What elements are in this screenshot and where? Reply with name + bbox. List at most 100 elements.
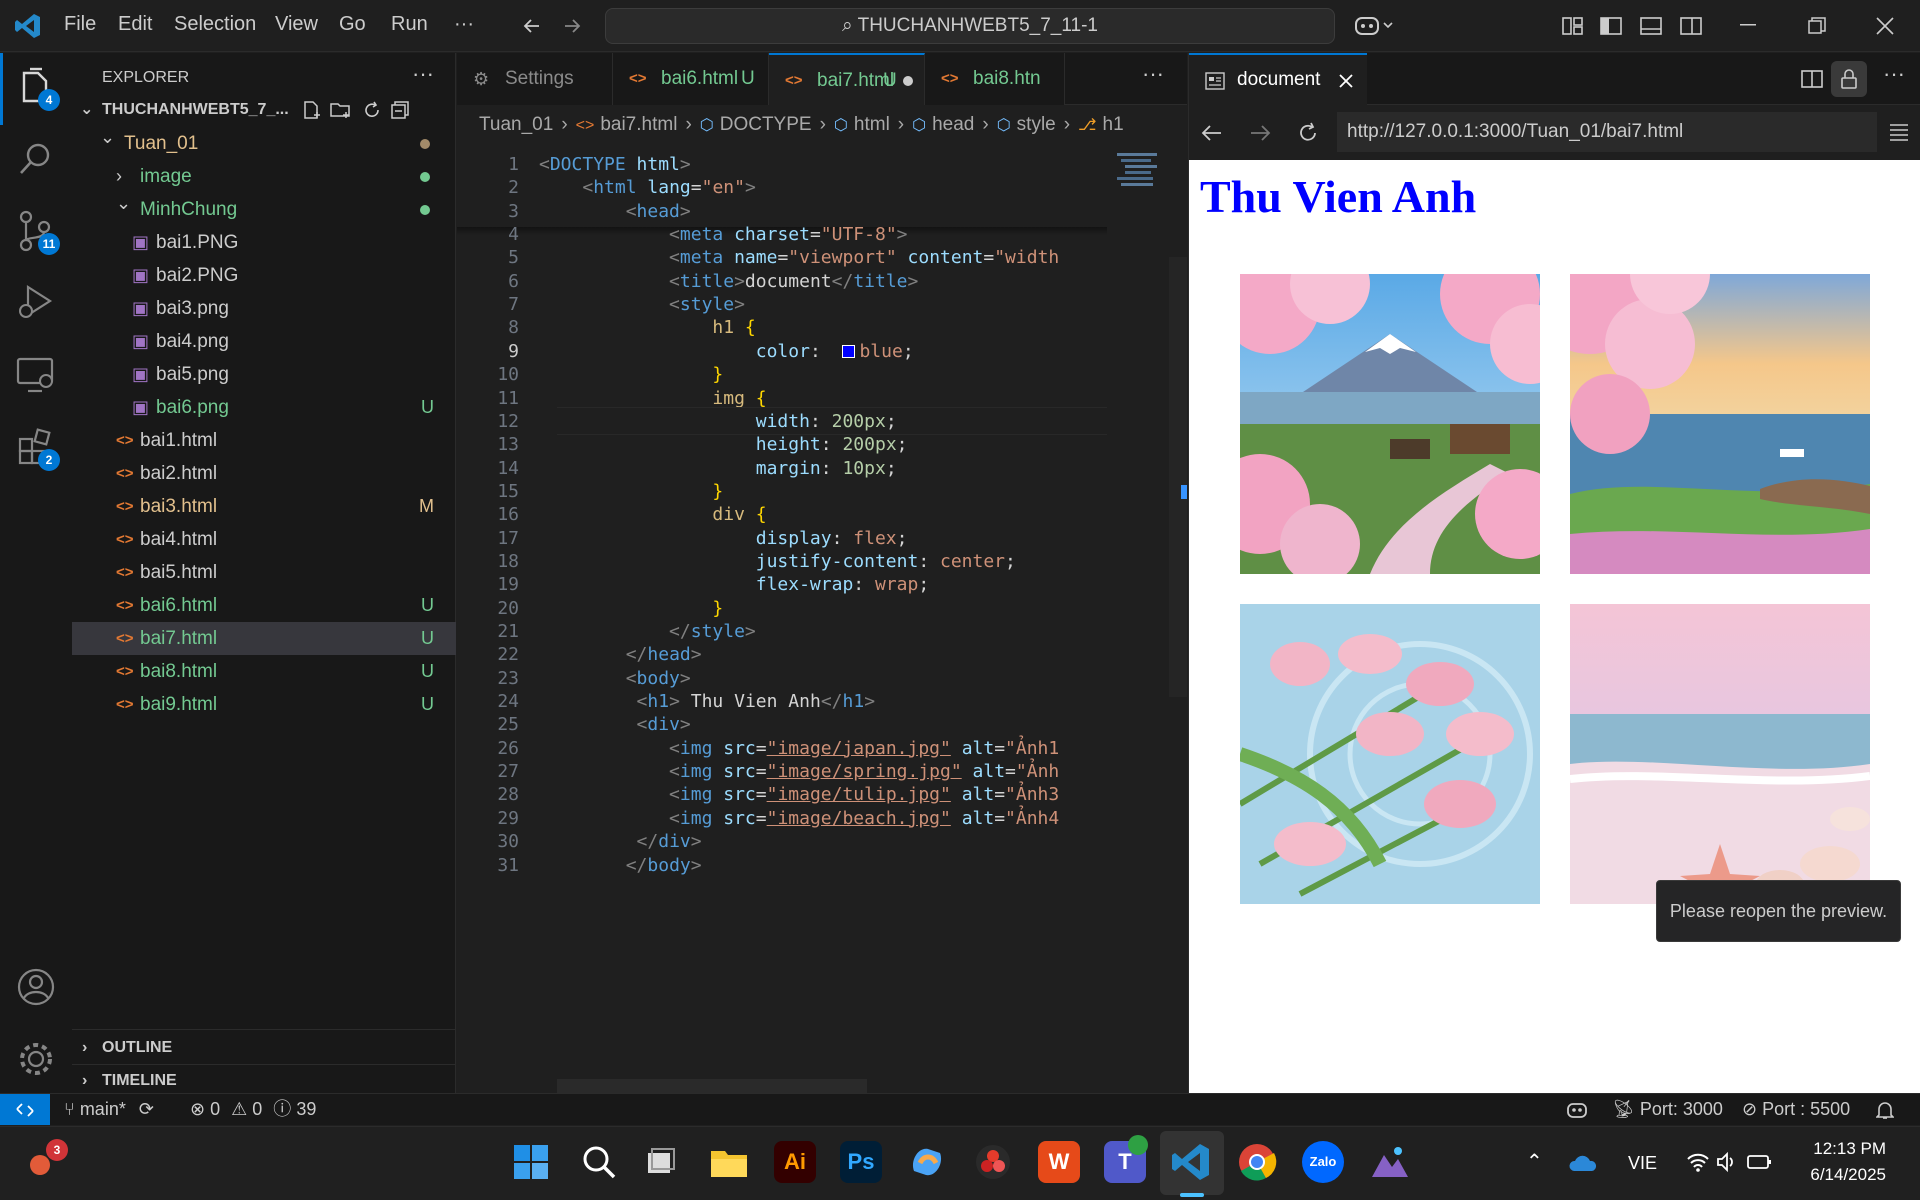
customize-layout-icon[interactable] [1562, 16, 1584, 36]
close-window-icon[interactable] [1876, 17, 1894, 35]
workspace-root-row[interactable]: ⌄ THUCHANHWEBT5_7_... [72, 93, 456, 127]
forward-arrow-icon[interactable] [562, 16, 582, 36]
run-debug-activity[interactable] [14, 281, 58, 325]
breadcrumb-item[interactable]: style [1017, 114, 1056, 135]
menu-run[interactable]: Run [391, 13, 428, 36]
remote-explorer-activity[interactable] [14, 353, 58, 397]
breadcrumb-item[interactable]: html [854, 114, 890, 135]
refresh-icon[interactable] [362, 100, 382, 120]
sync-icon[interactable]: ⟳ [139, 1099, 154, 1119]
explorer-activity[interactable]: 4 [14, 67, 60, 111]
menu-view[interactable]: View [275, 13, 318, 36]
live-server-port[interactable]: 📡︎ Port: 3000 [1612, 1094, 1723, 1125]
accounts-activity[interactable] [14, 965, 58, 1009]
tree-item[interactable]: <> bai3.html M [72, 490, 456, 523]
minimize-icon[interactable] [1740, 24, 1756, 28]
close-icon[interactable] [1339, 74, 1353, 88]
tree-item[interactable]: ▣ bai6.png U [72, 391, 456, 424]
remote-indicator[interactable] [0, 1094, 50, 1125]
minimap[interactable] [1107, 145, 1167, 225]
chevron-up-icon[interactable]: ⌃ [1526, 1149, 1543, 1174]
source-control-activity[interactable]: 11 [14, 209, 60, 255]
split-editor-icon[interactable] [1801, 69, 1823, 89]
color-swatch-icon[interactable] [842, 344, 856, 358]
breadcrumb-item[interactable]: DOCTYPE [720, 114, 812, 135]
tree-item[interactable]: <> bai8.html U [72, 655, 456, 688]
battery-icon[interactable] [1746, 1153, 1772, 1171]
task-view-icon[interactable] [640, 1141, 682, 1183]
menu-icon[interactable] [1889, 123, 1909, 141]
tree-item[interactable]: ▣ bai3.png [72, 292, 456, 325]
tree-item[interactable]: <> bai5.html [72, 556, 456, 589]
outline-section[interactable]: › OUTLINE [72, 1033, 456, 1063]
tree-item[interactable]: <> bai1.html [72, 424, 456, 457]
file-explorer-icon[interactable] [708, 1141, 750, 1183]
volume-icon[interactable] [1716, 1151, 1738, 1173]
tree-item[interactable]: <> bai6.html U [72, 589, 456, 622]
tree-item[interactable]: ⌄ Tuan_01 [72, 127, 456, 160]
tree-item[interactable]: ▣ bai2.PNG [72, 259, 456, 292]
breadcrumb-item[interactable]: bai7.html [600, 114, 677, 135]
branch-status[interactable]: ⑂ main* ⟳ [64, 1094, 154, 1125]
toggle-sidebar-icon[interactable] [1600, 16, 1622, 36]
manage-activity[interactable] [14, 1037, 58, 1081]
tab-settings[interactable]: ⚙ Settings [457, 53, 613, 105]
restore-icon[interactable] [1808, 17, 1826, 35]
breadcrumb-item[interactable]: Tuan_01 [479, 114, 553, 135]
back-arrow-icon[interactable] [522, 16, 542, 36]
forward-arrow-icon[interactable] [1249, 123, 1271, 143]
explorer-more-icon[interactable]: ··· [412, 61, 434, 87]
url-field[interactable]: http://127.0.0.1:3000/Tuan_01/bai7.html [1337, 112, 1877, 152]
vertical-scrollbar[interactable] [1169, 257, 1187, 697]
extensions-activity[interactable]: 2 [14, 425, 60, 471]
new-file-icon[interactable] [302, 100, 322, 120]
clock-date[interactable]: 6/14/2025 [1796, 1165, 1886, 1185]
photos-app-icon[interactable] [1368, 1141, 1410, 1183]
menu-go[interactable]: Go [339, 13, 366, 36]
back-arrow-icon[interactable] [1201, 123, 1223, 143]
menu-edit[interactable]: Edit [118, 13, 152, 36]
horizontal-scrollbar[interactable] [557, 1079, 867, 1093]
wifi-icon[interactable] [1686, 1151, 1710, 1173]
copilot-status-icon[interactable] [1566, 1100, 1588, 1120]
windows-start-icon[interactable] [510, 1141, 552, 1183]
menu-selection[interactable]: Selection [174, 13, 256, 36]
wps-office-icon[interactable]: W [1038, 1141, 1080, 1183]
search-activity[interactable] [14, 137, 58, 181]
menu-file[interactable]: File [64, 13, 96, 36]
photoshop-icon[interactable]: Ps [840, 1141, 882, 1183]
toggle-secondary-sidebar-icon[interactable] [1680, 16, 1702, 36]
tab-bai6-html[interactable]: <> bai6.html U [613, 53, 769, 105]
onedrive-icon[interactable] [1568, 1153, 1598, 1173]
clock-time[interactable]: 12:13 PM [1806, 1139, 1886, 1159]
notification-app[interactable]: 3 [28, 1139, 68, 1177]
code-area[interactable]: 1 <DOCTYPE html> 2 <html lang="en"> 3 <head… [457, 151, 1107, 1051]
bell-icon[interactable] [1876, 1100, 1894, 1120]
copilot-icon[interactable] [1354, 13, 1394, 39]
davinci-resolve-icon[interactable] [972, 1141, 1014, 1183]
tree-item[interactable]: ▣ bai1.PNG [72, 226, 456, 259]
copilot-app-icon[interactable] [906, 1141, 948, 1183]
menu-more[interactable]: ··· [454, 13, 474, 36]
input-language[interactable]: VIE [1628, 1153, 1657, 1174]
tree-item[interactable]: <> bai2.html [72, 457, 456, 490]
preview-more-icon[interactable]: ··· [1883, 61, 1905, 87]
unsaved-dot-icon[interactable] [903, 76, 913, 86]
illustrator-icon[interactable]: Ai [774, 1141, 816, 1183]
code-line[interactable]: 31 </body> [457, 852, 1107, 881]
search-icon[interactable] [578, 1141, 620, 1183]
tree-item[interactable]: ⌄ MinhChung [72, 193, 456, 226]
command-center-search[interactable]: ⌕ THUCHANHWEBT5_7_11-1 [605, 8, 1335, 44]
breadcrumb-item[interactable]: h1 [1103, 114, 1124, 135]
problems-status[interactable]: ⊗ 0 ⚠ 0 ⓘ 39 [190, 1094, 316, 1125]
tree-item[interactable]: <> bai7.html U [72, 622, 456, 655]
zalo-icon[interactable]: Zalo [1302, 1141, 1344, 1183]
collapse-all-icon[interactable] [390, 100, 410, 120]
tree-item[interactable]: <> bai4.html [72, 523, 456, 556]
reload-icon[interactable] [1297, 122, 1319, 144]
vscode-taskbar-icon[interactable] [1170, 1141, 1212, 1183]
toggle-panel-icon[interactable] [1640, 16, 1662, 36]
chrome-icon[interactable] [1236, 1141, 1278, 1183]
tab-bai7-html[interactable]: <> bai7.html U [769, 53, 925, 105]
tab-more-icon[interactable]: ··· [1142, 61, 1164, 87]
